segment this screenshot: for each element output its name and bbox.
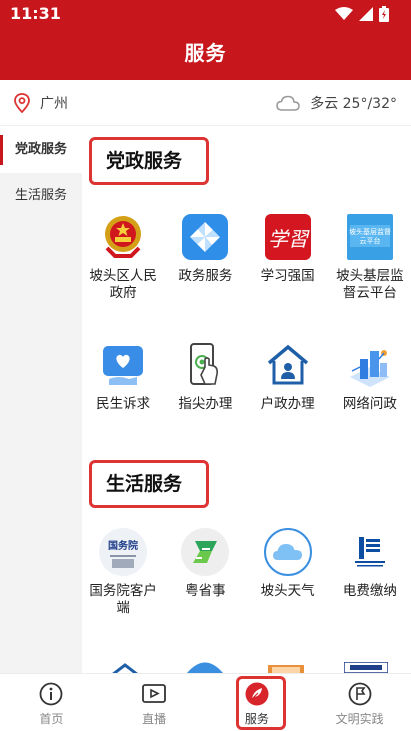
tab-label: 直播 — [142, 712, 167, 726]
tab-services[interactable]: 服务 — [206, 674, 309, 731]
service-label: 坡头区人民政府 — [89, 268, 157, 301]
pinwheel-icon — [180, 212, 230, 262]
location-city: 广州 — [40, 96, 68, 112]
title-bar: 服务 — [0, 28, 411, 80]
power-grid-icon — [345, 527, 395, 577]
svg-text:国务院: 国务院 — [108, 539, 138, 552]
cloud-icon — [276, 95, 300, 111]
national-emblem-icon — [98, 212, 148, 262]
signal-icon — [359, 7, 373, 21]
service-label: 学习强国 — [260, 268, 315, 284]
section-title-party-gov: 党政服务 — [89, 137, 209, 185]
xuexi-qiangguo-icon: 学習 — [263, 212, 313, 262]
sidebar-item-life[interactable]: 生活服务 — [0, 173, 82, 219]
service-label: 户政办理 — [260, 396, 315, 412]
supervision-cloud-icon: 坡头基层监督 云平台 — [345, 212, 395, 262]
service-tile-online-gov[interactable]: 网络问政 — [329, 340, 411, 413]
service-content: 党政服务 坡头区人民政府 政务服务 学習 学习强国 坡头基层监督 云平台 坡头基… — [82, 127, 411, 673]
life-grid: 国务院 国务院客户端 粤省事 坡头天气 电费缴纳 — [82, 527, 411, 617]
tab-label: 首页 — [39, 712, 64, 726]
service-tile-yueshengshi[interactable]: 粤省事 — [164, 527, 246, 617]
cloud-weather-icon — [263, 527, 313, 577]
status-time: 11:31 — [10, 4, 61, 23]
yueshengshi-icon — [180, 527, 230, 577]
flag-icon — [348, 682, 372, 706]
section-title-life: 生活服务 — [89, 460, 209, 508]
service-label: 指尖办理 — [178, 396, 233, 412]
svg-text:坡头基层监督: 坡头基层监督 — [349, 227, 391, 236]
tab-label: 文明实践 — [335, 712, 384, 726]
page-title: 服务 — [184, 41, 227, 65]
heart-hand-icon — [98, 340, 148, 390]
info-bar: 广州 多云 25°/32° — [0, 80, 411, 126]
service-tile-electricity[interactable]: 电费缴纳 — [329, 527, 411, 617]
tab-live[interactable]: 直播 — [103, 674, 206, 731]
service-label: 坡头基层监督云平台 — [336, 268, 404, 301]
svg-text:学習: 学習 — [268, 227, 310, 251]
sidebar-item-party-gov[interactable]: 党政服务 — [0, 127, 82, 173]
location-selector[interactable]: 广州 — [14, 93, 68, 113]
svg-text:云平台: 云平台 — [359, 236, 380, 245]
service-label: 坡头天气 — [260, 583, 315, 599]
service-tile-gov-service[interactable]: 政务服务 — [164, 212, 246, 302]
phone-touch-icon — [180, 340, 230, 390]
service-tile-weather[interactable]: 坡头天气 — [247, 527, 329, 617]
system-icons — [335, 6, 389, 22]
battery-icon — [379, 6, 389, 22]
service-label: 民生诉求 — [96, 396, 151, 412]
category-sidebar: 党政服务 生活服务 — [0, 127, 82, 673]
service-label: 网络问政 — [342, 396, 397, 412]
active-tab-highlight — [235, 676, 286, 730]
wifi-icon — [335, 7, 353, 20]
service-label: 政务服务 — [178, 268, 233, 284]
location-pin-icon — [14, 93, 30, 113]
state-council-icon: 国务院 — [98, 527, 148, 577]
app-partial-icon — [344, 662, 388, 673]
household-house-icon — [263, 340, 313, 390]
status-bar: 11:31 — [0, 0, 411, 28]
service-tile-livelihood[interactable]: 民生诉求 — [82, 340, 164, 413]
service-tile-supervision[interactable]: 坡头基层监督 云平台 坡头基层监督云平台 — [329, 212, 411, 302]
service-label: 粤省事 — [185, 583, 226, 599]
network-building-icon — [345, 340, 395, 390]
service-label: 国务院客户端 — [89, 583, 157, 616]
service-tile-state-council[interactable]: 国务院 国务院客户端 — [82, 527, 164, 617]
service-label: 电费缴纳 — [342, 583, 397, 599]
service-tile-xuexi[interactable]: 学習 学习强国 — [247, 212, 329, 302]
tab-civilization[interactable]: 文明实践 — [308, 674, 411, 731]
service-tile-district-gov[interactable]: 坡头区人民政府 — [82, 212, 164, 302]
house-partial-icon — [112, 663, 138, 673]
globe-partial-icon — [187, 662, 223, 673]
party-gov-grid: 坡头区人民政府 政务服务 学習 学习强国 坡头基层监督 云平台 坡头基层监督云平… — [82, 212, 411, 413]
video-play-icon — [142, 684, 167, 703]
weather-text: 多云 25°/32° — [310, 96, 397, 112]
bottom-tab-bar: 首页 直播 服务 文明实践 — [0, 673, 411, 731]
tab-home[interactable]: 首页 — [0, 674, 103, 731]
service-tile-household[interactable]: 户政办理 — [247, 340, 329, 413]
service-tile-fingertip[interactable]: 指尖办理 — [164, 340, 246, 413]
weather-widget[interactable]: 多云 25°/32° — [276, 93, 397, 113]
info-icon — [39, 682, 63, 706]
more-services-row — [82, 657, 411, 673]
card-partial-icon — [268, 665, 304, 673]
